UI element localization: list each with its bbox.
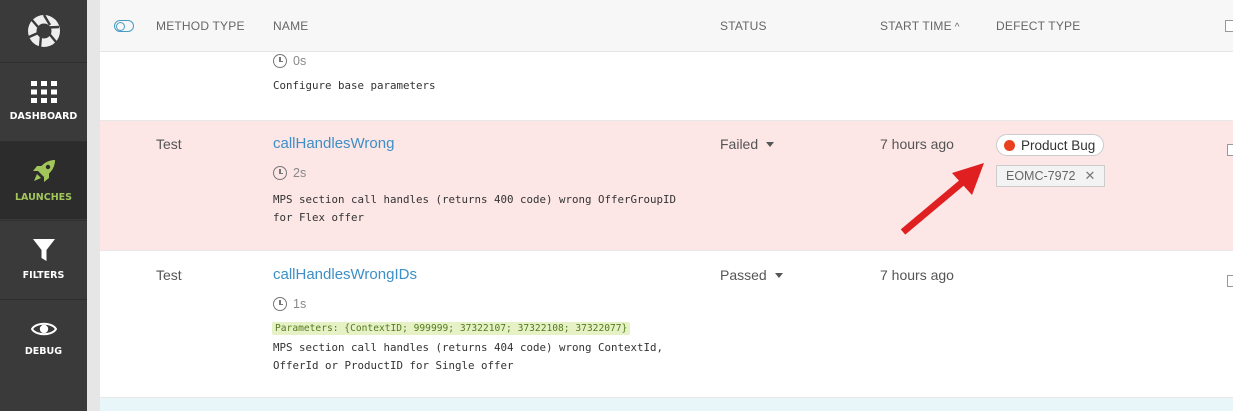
duration: 1s — [273, 297, 306, 311]
item-description: MPS section call handles (returns 404 co… — [273, 341, 664, 372]
eye-icon — [30, 322, 57, 336]
parameters-tag: Parameters: {ContextID; 999999; 37322107… — [272, 322, 631, 335]
sidebar-item-label: DASHBOARD — [9, 111, 78, 122]
sidebar-item-label: LAUNCHES — [14, 192, 73, 203]
table-row: Test callHandlesWrong 2s MPS section cal… — [100, 121, 1233, 251]
sidebar-item-debug[interactable]: DEBUG — [0, 299, 87, 377]
clock-icon — [273, 54, 287, 68]
dashboard-grid-icon — [30, 81, 57, 103]
test-items-table: METHOD TYPE NAME STATUS START TIME ^ DEFE… — [100, 0, 1233, 411]
sidebar-item-dashboard[interactable]: DASHBOARD — [0, 62, 87, 140]
toggle-switch[interactable] — [114, 20, 134, 32]
app-logo[interactable] — [0, 0, 87, 62]
column-header-defect-type[interactable]: DEFECT TYPE — [996, 19, 1080, 33]
column-header-status[interactable]: STATUS — [720, 19, 767, 33]
status-dropdown[interactable]: Failed — [720, 136, 775, 152]
status-dropdown[interactable]: Passed — [720, 267, 783, 283]
sidebar-item-launches[interactable]: LAUNCHES — [0, 141, 87, 219]
duration: 2s — [273, 166, 306, 180]
rocket-icon — [32, 160, 55, 182]
chevron-down-icon — [774, 272, 783, 278]
item-description: Configure base parameters — [273, 79, 436, 92]
linked-issue-tag[interactable]: EOMC-7972 ✕ — [996, 165, 1106, 187]
table-row: 0s Configure base parameters — [100, 52, 1233, 121]
duration: 0s — [273, 54, 306, 68]
item-description: MPS section call handles (returns 400 co… — [273, 193, 677, 224]
table-header: METHOD TYPE NAME STATUS START TIME ^ DEFE… — [100, 0, 1233, 52]
defect-color-dot — [1004, 139, 1015, 151]
clock-icon — [273, 297, 287, 311]
item-name-link[interactable]: callHandlesWrongIDs — [273, 266, 417, 283]
sidebar-item-label: DEBUG — [24, 346, 63, 357]
table-row: Test callHandlesWrongIDs 1s Parameters: … — [100, 251, 1233, 398]
table-row — [100, 398, 1233, 411]
aperture-logo-icon — [27, 14, 60, 48]
method-type: Test — [156, 136, 182, 152]
row-select-checkbox[interactable] — [1227, 144, 1233, 156]
chevron-down-icon — [766, 141, 775, 147]
row-select-checkbox[interactable] — [1227, 275, 1233, 287]
column-header-name[interactable]: NAME — [273, 19, 308, 33]
funnel-icon — [32, 239, 55, 261]
sidebar-item-filters[interactable]: FILTERS — [0, 220, 87, 298]
sidebar-gutter — [87, 0, 100, 411]
column-header-method-type[interactable]: METHOD TYPE — [156, 19, 245, 33]
sidebar: DASHBOARD LAUNCHES FILTERS DEBUG — [0, 0, 87, 411]
sidebar-item-label: FILTERS — [22, 270, 65, 281]
start-time: 7 hours ago — [880, 267, 954, 283]
clock-icon — [273, 166, 287, 180]
annotation-arrow-icon — [900, 163, 984, 235]
method-type: Test — [156, 267, 182, 283]
select-all-checkbox[interactable] — [1225, 20, 1233, 32]
remove-issue-icon[interactable]: ✕ — [1084, 168, 1095, 184]
defect-type-badge[interactable]: Product Bug — [996, 134, 1105, 156]
item-name-link[interactable]: callHandlesWrong — [273, 135, 394, 152]
column-header-start-time[interactable]: START TIME ^ — [880, 19, 960, 33]
sort-ascending-icon: ^ — [954, 22, 960, 33]
start-time: 7 hours ago — [880, 136, 954, 152]
